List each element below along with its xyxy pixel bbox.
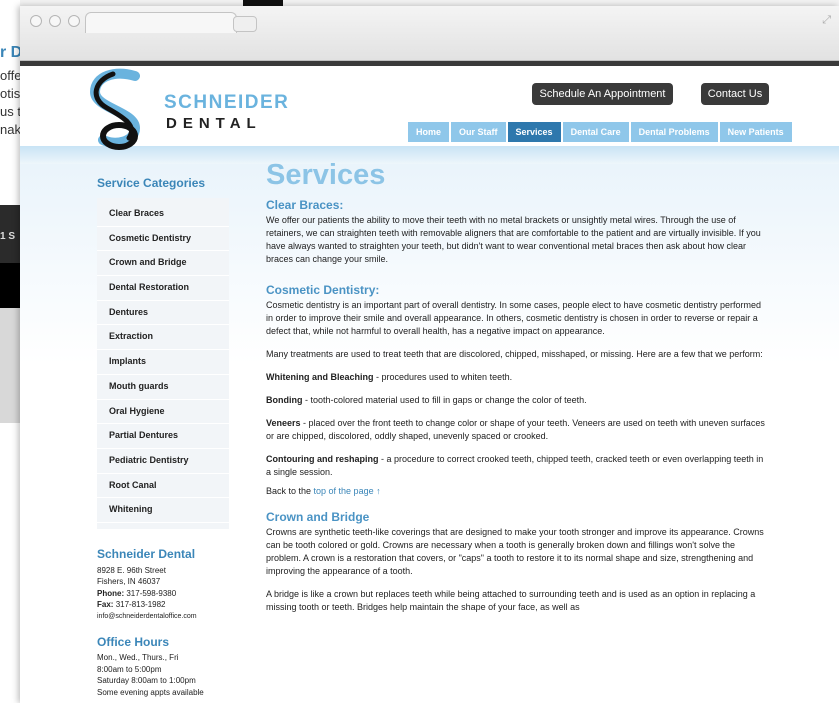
treatment-name: Whitening and Bleaching bbox=[266, 372, 374, 382]
address-line: 8928 E. 96th Street bbox=[97, 565, 166, 575]
nav-services[interactable]: Services bbox=[507, 122, 561, 142]
background-dark-bar: 1 S bbox=[0, 205, 20, 263]
background-text-line: offer bbox=[0, 68, 20, 83]
background-black-bar bbox=[0, 263, 20, 308]
treatment-name: Veneers bbox=[266, 418, 301, 428]
sidebar-item-pediatric-dentistry[interactable]: Pediatric Dentistry bbox=[97, 449, 229, 474]
hours-line: Saturday 8:00am to 1:00pm bbox=[97, 676, 196, 686]
crown-text: Crowns are synthetic teeth-like covering… bbox=[266, 527, 764, 576]
nav-dental-problems[interactable]: Dental Problems bbox=[630, 122, 718, 142]
section-heading-cosmetic: Cosmetic Dentistry: bbox=[266, 283, 380, 297]
hours-line: Some evening appts available bbox=[97, 687, 204, 697]
fax-line: Fax: 317-813-1982 bbox=[97, 599, 229, 611]
back-to-top-link[interactable]: top of the page ↑ bbox=[314, 486, 381, 496]
sidebar: Service Categories Clear Braces Cosmetic… bbox=[85, 164, 229, 698]
nav-home[interactable]: Home bbox=[408, 122, 450, 142]
fax-label: Fax: bbox=[97, 600, 114, 610]
treatment-whitening: Whitening and Bleaching - procedures use… bbox=[266, 371, 770, 384]
sidebar-item-root-canal[interactable]: Root Canal bbox=[97, 474, 229, 499]
sidebar-item-dental-restoration[interactable]: Dental Restoration bbox=[97, 276, 229, 301]
treatment-veneers: Veneers - placed over the front teeth to… bbox=[266, 417, 770, 443]
zoom-window-icon[interactable] bbox=[68, 15, 80, 27]
treatment-description: - tooth-colored material used to fill in… bbox=[302, 395, 587, 405]
treatment-name: Contouring and reshaping bbox=[266, 454, 379, 464]
address-line: Fishers, IN 46037 bbox=[97, 577, 161, 587]
close-window-icon[interactable] bbox=[30, 15, 42, 27]
sidebar-item-partial-dentures[interactable]: Partial Dentures bbox=[97, 424, 229, 449]
bridge-text: A bridge is like a crown but replaces te… bbox=[266, 589, 756, 612]
background-text-line: otist bbox=[0, 86, 20, 101]
site-header: SCHNEIDER DENTAL Schedule An Appointment… bbox=[20, 66, 839, 150]
fax-number: 317-813-1982 bbox=[115, 600, 166, 610]
phone-line: Phone: 317-598-9380 bbox=[97, 588, 229, 600]
schneider-logo-icon[interactable] bbox=[85, 68, 157, 154]
service-category-list: Clear Braces Cosmetic Dentistry Crown an… bbox=[97, 198, 229, 529]
back-to-top-prefix: Back to the bbox=[266, 486, 314, 496]
nav-new-patients[interactable]: New Patients bbox=[719, 122, 792, 142]
background-dark-fragment: 1 S bbox=[0, 231, 16, 242]
page-body: Service Categories Clear Braces Cosmetic… bbox=[20, 159, 839, 703]
window-controls bbox=[30, 15, 80, 27]
sidebar-item-crown-and-bridge[interactable]: Crown and Bridge bbox=[97, 251, 229, 277]
phone-number[interactable]: 317-598-9380 bbox=[126, 589, 176, 598]
brand-subtitle: DENTAL bbox=[166, 115, 262, 132]
page-title: Services bbox=[266, 159, 386, 191]
sidebar-item-dentures[interactable]: Dentures bbox=[97, 301, 229, 326]
treatment-description: - placed over the front teeth to change … bbox=[266, 418, 765, 441]
clear-braces-text: We offer our patients the ability to mov… bbox=[266, 215, 761, 264]
email-link[interactable]: info@schneiderdentaloffice.com bbox=[97, 611, 229, 623]
nav-our-staff[interactable]: Our Staff bbox=[451, 122, 506, 142]
minimize-window-icon[interactable] bbox=[49, 15, 61, 27]
sidebar-item-extraction[interactable]: Extraction bbox=[97, 325, 229, 351]
background-title-fragment: r D bbox=[0, 44, 20, 61]
background-text-line: nak bbox=[0, 122, 20, 137]
phone-label: Phone: bbox=[97, 588, 125, 598]
brand-name: SCHNEIDER bbox=[164, 92, 290, 113]
sidebar-item-whitening[interactable]: Whitening bbox=[97, 498, 229, 523]
sidebar-title: Service Categories bbox=[97, 176, 206, 190]
sidebar-item-mouth-guards[interactable]: Mouth guards bbox=[97, 375, 229, 400]
sidebar-item-oral-hygiene[interactable]: Oral Hygiene bbox=[97, 400, 229, 425]
schedule-appointment-button[interactable]: Schedule An Appointment Now bbox=[532, 83, 673, 122]
contact-us-button[interactable]: Contact Us bbox=[701, 83, 769, 105]
background-window-strip: r D offer otist us t nak 1 S bbox=[0, 0, 20, 703]
browser-window: ⤢ SCHNEIDER DENTAL Schedule An Appointme… bbox=[20, 6, 839, 703]
sidebar-item-cosmetic-dentistry[interactable]: Cosmetic Dentistry bbox=[97, 227, 229, 252]
section-heading-clear-braces: Clear Braces: bbox=[266, 198, 344, 212]
treatment-name: Bonding bbox=[266, 395, 303, 405]
nav-dental-care[interactable]: Dental Care bbox=[562, 122, 629, 142]
section-heading-crown-bridge: Crown and Bridge bbox=[266, 510, 370, 524]
browser-chrome: ⤢ bbox=[20, 6, 839, 61]
treatment-bonding: Bonding - tooth-colored material used to… bbox=[266, 394, 770, 407]
contact-title: Schneider Dental bbox=[97, 546, 196, 561]
new-tab-button[interactable] bbox=[233, 16, 257, 32]
sidebar-item-implants[interactable]: Implants bbox=[97, 350, 229, 375]
main-nav: Home Our Staff Services Dental Care Dent… bbox=[408, 122, 792, 142]
hours-line: Mon., Wed., Thurs., Fri bbox=[97, 653, 179, 663]
fullscreen-icon[interactable]: ⤢ bbox=[822, 14, 831, 27]
main-content: Services Clear Braces: We offer our pati… bbox=[266, 159, 770, 614]
cosmetic-treatments-intro: Many treatments are used to treat teeth … bbox=[266, 349, 763, 359]
hours-line: 8:00am to 5:00pm bbox=[97, 664, 162, 674]
back-to-top: Back to the top of the page ↑ bbox=[266, 485, 770, 498]
sidebar-item-clear-braces[interactable]: Clear Braces bbox=[97, 202, 229, 227]
background-gray-block bbox=[0, 308, 20, 423]
office-hours-title: Office Hours bbox=[97, 635, 170, 650]
treatment-description: - procedures used to whiten teeth. bbox=[373, 372, 513, 382]
background-text-line: us t bbox=[0, 104, 20, 119]
cosmetic-text: Cosmetic dentistry is an important part … bbox=[266, 300, 762, 336]
browser-tab[interactable] bbox=[85, 12, 237, 33]
treatment-contouring: Contouring and reshaping - a procedure t… bbox=[266, 453, 770, 479]
